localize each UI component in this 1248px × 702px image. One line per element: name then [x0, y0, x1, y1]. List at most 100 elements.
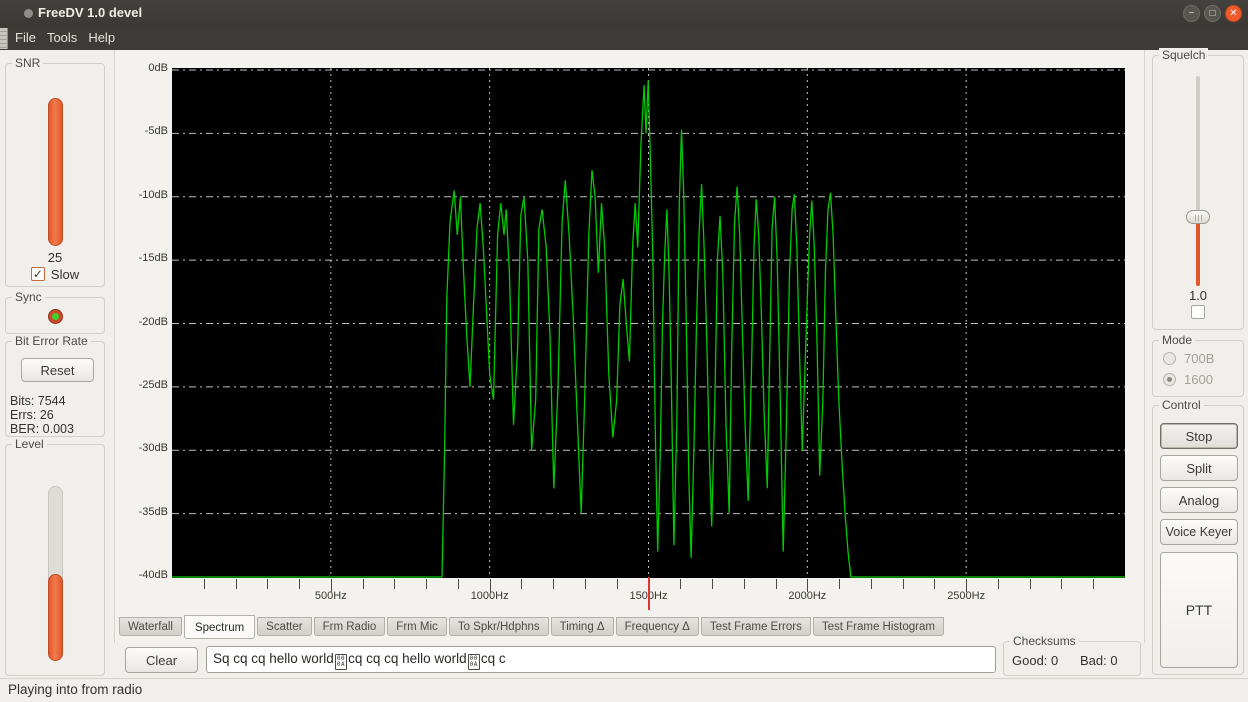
checksums-label: Checksums: [1010, 634, 1079, 648]
x-axis-tick: [839, 579, 840, 589]
squelch-group: Squelch 1.0: [1152, 55, 1244, 330]
x-axis-tick: [807, 579, 808, 592]
slow-checkbox[interactable]: ✓: [31, 267, 45, 281]
snr-group: SNR 25 ✓ Slow: [5, 63, 105, 287]
spectrum-svg: [172, 68, 1125, 578]
tabbar: WaterfallSpectrumScatterFrm RadioFrm Mic…: [119, 615, 946, 639]
status-text: Playing into from radio: [8, 682, 142, 697]
x-axis-tick: [236, 579, 237, 589]
y-axis-label: -15dB: [112, 252, 168, 264]
control-group: Control StopSplitAnalogVoice Keyer PTT: [1152, 405, 1244, 675]
tab-scatter[interactable]: Scatter: [257, 617, 311, 636]
reset-button[interactable]: Reset: [21, 358, 94, 382]
y-axis-label: -5dB: [112, 125, 168, 137]
ber-errs: Errs: 26: [10, 408, 54, 422]
menu-help[interactable]: Help: [88, 30, 115, 45]
snr-label: SNR: [12, 56, 43, 70]
squelch-slider-handle[interactable]: [1186, 210, 1210, 224]
radio-icon[interactable]: [1163, 373, 1176, 386]
tab-frm-radio[interactable]: Frm Radio: [314, 617, 386, 636]
tx-text-segment: Sq cq cq hello world: [213, 651, 334, 666]
snr-gauge: [48, 98, 63, 246]
x-axis-tick: [553, 579, 554, 589]
menu-tools[interactable]: Tools: [47, 30, 77, 45]
minimize-button[interactable]: −: [1183, 5, 1200, 22]
maximize-button[interactable]: □: [1204, 5, 1221, 22]
x-axis-tick: [267, 579, 268, 589]
split-button[interactable]: Split: [1160, 455, 1238, 481]
slow-checkbox-label: Slow: [51, 267, 79, 282]
tab-spectrum[interactable]: Spectrum: [184, 615, 255, 639]
close-button[interactable]: ✕: [1225, 5, 1242, 22]
app-icon: [24, 9, 33, 18]
analog-button[interactable]: Analog: [1160, 487, 1238, 513]
mode-label: Mode: [1159, 333, 1195, 347]
x-axis-tick: [934, 579, 935, 589]
statusbar: Playing into from radio: [0, 678, 1248, 702]
sync-label: Sync: [12, 290, 45, 304]
x-axis-tick: [966, 579, 967, 592]
mode-option-700b[interactable]: 700B: [1163, 351, 1214, 366]
menubar: File Tools Help: [0, 27, 1248, 50]
ber-group-label: Bit Error Rate: [12, 334, 91, 348]
level-label: Level: [12, 437, 47, 451]
ber-group: Bit Error Rate Reset Bits: 7544 Errs: 26…: [5, 341, 105, 437]
x-axis-tick: [998, 579, 999, 589]
tab-test-frame-histogram[interactable]: Test Frame Histogram: [813, 617, 944, 636]
freedv-window: FreeDV 1.0 devel − □ ✕ File Tools Help SNR…: [0, 0, 1248, 702]
control-char-glyph: 000A: [468, 654, 480, 670]
window-title: FreeDV 1.0 devel: [38, 5, 142, 20]
tab-timing[interactable]: Timing Δ: [551, 617, 614, 636]
tab-to-spkr-hdphns[interactable]: To Spkr/Hdphns: [449, 617, 549, 636]
tab-frequency[interactable]: Frequency Δ: [616, 617, 699, 636]
spectrum-trace: [172, 80, 1125, 577]
tab-waterfall[interactable]: Waterfall: [119, 617, 182, 636]
y-axis-label: -30dB: [112, 442, 168, 454]
x-axis-tick: [744, 579, 745, 589]
x-axis-tick: [426, 579, 427, 589]
clear-button[interactable]: Clear: [125, 647, 198, 673]
level-gauge-fill: [48, 574, 63, 661]
tx-text-input[interactable]: Sq cq cq hello world000Acq cq cq hello w…: [206, 646, 996, 673]
tab-test-frame-errors[interactable]: Test Frame Errors: [701, 617, 811, 636]
checksums-group: Checksums Good: 0 Bad: 0: [1003, 641, 1141, 676]
titlebar[interactable]: FreeDV 1.0 devel − □ ✕: [0, 0, 1248, 27]
x-axis-tick: [394, 579, 395, 589]
ber-bits: Bits: 7544: [10, 394, 66, 408]
x-axis-tick: [458, 579, 459, 589]
snr-value: 25: [6, 250, 104, 265]
menu-grip-icon[interactable]: [0, 28, 8, 49]
squelch-value: 1.0: [1153, 288, 1243, 303]
ber-value: BER: 0.003: [10, 422, 74, 436]
level-gauge: [48, 486, 63, 661]
x-axis-tick: [776, 579, 777, 589]
x-axis-tick: [1061, 579, 1062, 589]
x-axis-tick: [363, 579, 364, 589]
x-axis-tick: [490, 579, 491, 592]
voice-keyer-button[interactable]: Voice Keyer: [1160, 519, 1238, 545]
level-group: Level: [5, 444, 105, 676]
y-axis-label: -10dB: [112, 189, 168, 201]
x-axis-tick: [1093, 579, 1094, 589]
y-axis-label: 0dB: [112, 62, 168, 74]
x-axis-tick: [204, 579, 205, 589]
radio-icon[interactable]: [1163, 352, 1176, 365]
squelch-checkbox[interactable]: [1191, 305, 1205, 319]
x-axis-tick: [331, 579, 332, 592]
mode-group: Mode 700B1600: [1152, 340, 1244, 397]
x-axis-tick: [617, 579, 618, 589]
x-axis-tick: [521, 579, 522, 589]
control-char-glyph: 000A: [335, 654, 347, 670]
spectrum-plot: [172, 68, 1125, 578]
ptt-button[interactable]: PTT: [1160, 552, 1238, 668]
control-label: Control: [1159, 398, 1204, 412]
radio-label: 1600: [1184, 372, 1213, 387]
checksums-bad: Bad: 0: [1080, 653, 1118, 668]
menu-file[interactable]: File: [15, 30, 36, 45]
tab-frm-mic[interactable]: Frm Mic: [387, 617, 447, 636]
tx-text-segment: cq c: [481, 651, 506, 666]
tx-text-segment: cq cq cq hello world: [348, 651, 467, 666]
x-axis-tick: [585, 579, 586, 589]
mode-option-1600[interactable]: 1600: [1163, 372, 1213, 387]
stop-button[interactable]: Stop: [1160, 423, 1238, 449]
